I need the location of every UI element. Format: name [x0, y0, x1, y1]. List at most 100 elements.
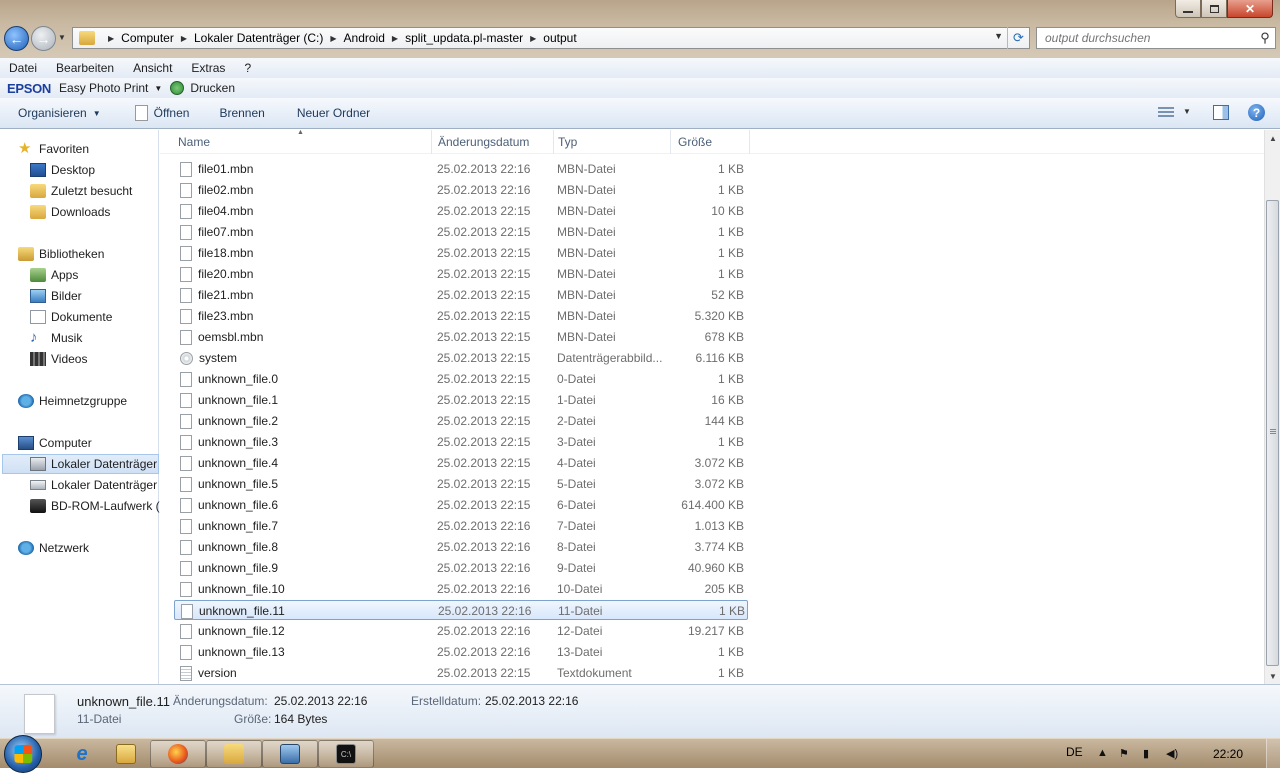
table-row[interactable]: file18.mbn 25.02.2013 22:15 MBN-Datei 1 KB	[174, 243, 748, 263]
nav-network[interactable]: Netzwerk	[18, 538, 175, 558]
table-row[interactable]: unknown_file.3 25.02.2013 22:15 3-Datei 1 K…	[174, 432, 748, 452]
recent-pages-dropdown[interactable]: ▼	[58, 33, 68, 43]
power-icon[interactable]: ▮	[1143, 747, 1155, 760]
column-date[interactable]: Änderungsdatum	[434, 130, 554, 154]
table-row[interactable]: file04.mbn 25.02.2013 22:15 MBN-Datei 10 KB	[174, 201, 748, 221]
column-size[interactable]: Größe	[674, 130, 750, 154]
table-row[interactable]: file23.mbn 25.02.2013 22:15 MBN-Datei 5.320…	[174, 306, 748, 326]
table-row[interactable]: unknown_file.7 25.02.2013 22:16 7-Datei 1.0…	[174, 516, 748, 536]
help-icon[interactable]: ?	[1248, 104, 1265, 121]
volume-icon[interactable]: ◀)	[1166, 747, 1178, 760]
table-row[interactable]: version 25.02.2013 22:15 Textdokument 1 KB	[174, 663, 748, 683]
show-desktop-button[interactable]	[1266, 739, 1280, 769]
table-row[interactable]: system 25.02.2013 22:15 Datenträgerabbild.…	[174, 348, 748, 368]
view-options-icon[interactable]	[1158, 107, 1174, 119]
details-file-name: unknown_file.11	[77, 694, 170, 709]
breadcrumb-split-updata[interactable]: split_updata.pl-master ▶	[405, 31, 543, 45]
nav-homegroup[interactable]: Heimnetzgruppe	[18, 391, 175, 411]
refresh-button[interactable]: ⟳	[1007, 27, 1029, 49]
search-icon[interactable]: ⚲	[1255, 30, 1275, 46]
file-type: 3-Datei	[557, 435, 596, 449]
column-type[interactable]: Typ	[554, 130, 671, 154]
scroll-thumb[interactable]	[1266, 200, 1279, 666]
file-name: unknown_file.12	[198, 624, 285, 638]
clock[interactable]: 22:20	[1213, 747, 1243, 761]
show-hidden-icons[interactable]: ▲	[1097, 747, 1109, 759]
taskbar-media-player[interactable]	[98, 740, 154, 768]
chevron-down-icon: ▼	[92, 108, 101, 118]
print-button[interactable]: Drucken	[190, 81, 235, 95]
organize-button[interactable]: Organisieren ▼	[8, 106, 111, 120]
taskbar-command-prompt[interactable]: C:\	[318, 740, 374, 768]
file-size: 1 KB	[717, 645, 744, 659]
close-button[interactable]: ✕	[1227, 0, 1273, 18]
chevron-down-icon[interactable]: ▼	[154, 84, 162, 93]
table-row[interactable]: unknown_file.8 25.02.2013 22:16 8-Datei 3.7…	[174, 537, 748, 557]
scroll-up-button[interactable]: ▲	[1265, 130, 1280, 146]
taskbar-remote-desktop[interactable]	[262, 740, 318, 768]
minimize-button[interactable]	[1175, 0, 1201, 18]
taskbar-firefox[interactable]	[150, 740, 206, 768]
nav-favorites[interactable]: ★ Favoriten	[18, 139, 175, 159]
table-row[interactable]: file07.mbn 25.02.2013 22:15 MBN-Datei 1 KB	[174, 222, 748, 242]
vertical-scrollbar[interactable]: ▲ ▼	[1264, 130, 1280, 684]
taskbar-explorer[interactable]	[206, 740, 262, 768]
address-history-dropdown[interactable]: ▼	[994, 31, 1003, 41]
details-file-type: 11-Datei	[77, 712, 122, 726]
table-row[interactable]: file01.mbn 25.02.2013 22:16 MBN-Datei 1 KB	[174, 159, 748, 179]
language-indicator[interactable]: DE	[1066, 745, 1083, 759]
menu-edit[interactable]: Bearbeiten	[56, 61, 114, 75]
table-row[interactable]: unknown_file.6 25.02.2013 22:15 6-Datei 614…	[174, 495, 748, 515]
forward-button[interactable]: →	[31, 26, 56, 51]
nav-local-drive-c[interactable]: Lokaler Datenträger	[2, 454, 159, 474]
table-row[interactable]: unknown_file.1 25.02.2013 22:15 1-Datei 16 …	[174, 390, 748, 410]
nav-computer[interactable]: Computer	[18, 433, 175, 453]
file-icon	[24, 694, 55, 734]
menu-help[interactable]: ?	[244, 61, 251, 75]
table-row[interactable]: unknown_file.2 25.02.2013 22:15 2-Datei 144…	[174, 411, 748, 431]
table-row[interactable]: unknown_file.12 25.02.2013 22:16 12-Datei 1…	[174, 621, 748, 641]
chevron-down-icon[interactable]: ▼	[1183, 107, 1191, 116]
menu-view[interactable]: Ansicht	[133, 61, 172, 75]
table-row[interactable]: unknown_file.9 25.02.2013 22:16 9-Datei 40.…	[174, 558, 748, 578]
preview-pane-icon[interactable]	[1213, 105, 1229, 120]
nav-libraries[interactable]: Bibliotheken	[18, 244, 175, 264]
address-bar[interactable]: ▶ Computer ▶ Lokaler Datenträger (C:) ▶ An…	[72, 27, 1030, 49]
chevron-right-icon[interactable]: ▶	[181, 34, 187, 43]
table-row[interactable]: file20.mbn 25.02.2013 22:15 MBN-Datei 1 KB	[174, 264, 748, 284]
new-folder-button[interactable]: Neuer Ordner	[287, 106, 380, 120]
search-input[interactable]	[1037, 30, 1255, 46]
chevron-right-icon[interactable]: ▶	[330, 34, 336, 43]
breadcrumb-output[interactable]: output	[543, 31, 576, 45]
breadcrumb-android[interactable]: Android ▶	[344, 31, 406, 45]
table-row[interactable]: unknown_file.0 25.02.2013 22:15 0-Datei 1 K…	[174, 369, 748, 389]
start-button[interactable]	[4, 735, 42, 773]
file-type: MBN-Datei	[557, 330, 616, 344]
table-row[interactable]: unknown_file.5 25.02.2013 22:15 5-Datei 3.0…	[174, 474, 748, 494]
table-row[interactable]: oemsbl.mbn 25.02.2013 22:15 MBN-Datei 678 K…	[174, 327, 748, 347]
column-name[interactable]: Name	[174, 130, 432, 154]
file-type: 5-Datei	[557, 477, 596, 491]
table-row[interactable]: unknown_file.10 25.02.2013 22:16 10-Datei 2…	[174, 579, 748, 599]
scroll-down-button[interactable]: ▼	[1265, 668, 1280, 684]
open-button[interactable]: Öffnen	[125, 105, 200, 121]
epson-toolbar: EPSON Easy Photo Print ▼ Drucken	[0, 78, 1280, 98]
table-row[interactable]: unknown_file.13 25.02.2013 22:16 13-Datei 1…	[174, 642, 748, 662]
maximize-button[interactable]	[1201, 0, 1227, 18]
menu-tools[interactable]: Extras	[191, 61, 225, 75]
burn-button[interactable]: Brennen	[209, 106, 274, 120]
table-row[interactable]: unknown_file.11 25.02.2013 22:16 11-Datei 1…	[174, 600, 748, 620]
easy-photo-print-button[interactable]: Easy Photo Print	[59, 81, 148, 95]
breadcrumb-computer[interactable]: Computer ▶	[121, 31, 194, 45]
action-center-flag-icon[interactable]: ⚑	[1119, 747, 1131, 760]
back-button[interactable]: ←	[4, 26, 29, 51]
libraries-icon	[18, 247, 34, 261]
table-row[interactable]: file21.mbn 25.02.2013 22:15 MBN-Datei 52 KB	[174, 285, 748, 305]
breadcrumb-drive[interactable]: Lokaler Datenträger (C:) ▶	[194, 31, 344, 45]
chevron-right-icon[interactable]: ▶	[530, 34, 536, 43]
menu-file[interactable]: Datei	[9, 61, 37, 75]
chevron-right-icon[interactable]: ▶	[392, 34, 398, 43]
table-row[interactable]: file02.mbn 25.02.2013 22:16 MBN-Datei 1 KB	[174, 180, 748, 200]
search-box[interactable]: ⚲	[1036, 27, 1276, 49]
table-row[interactable]: unknown_file.4 25.02.2013 22:15 4-Datei 3.0…	[174, 453, 748, 473]
